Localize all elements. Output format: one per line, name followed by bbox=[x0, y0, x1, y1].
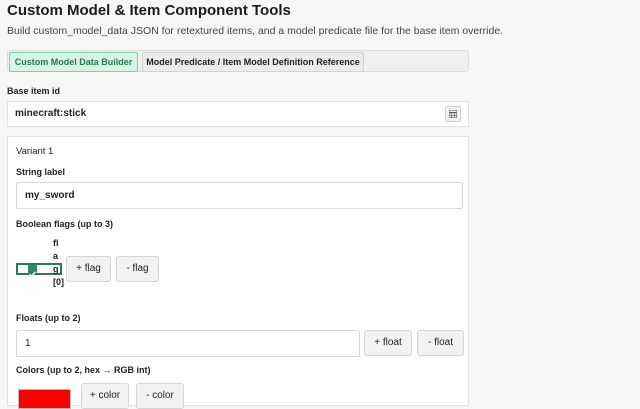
base-item-value: minecraft:stick bbox=[15, 108, 87, 119]
add-flag-button[interactable]: + flag bbox=[66, 256, 111, 282]
base-item-field[interactable]: minecraft:stick bbox=[7, 101, 469, 127]
page-subtitle: Build custom_model_data JSON for retextu… bbox=[7, 25, 504, 37]
colors-heading: Colors (up to 2, hex → RGB int) bbox=[16, 365, 151, 375]
calendar-icon[interactable] bbox=[445, 106, 461, 122]
checkmark-icon bbox=[28, 265, 37, 277]
floats-heading: Floats (up to 2) bbox=[16, 313, 81, 323]
variant-title: Variant 1 bbox=[16, 146, 54, 157]
string-label-input[interactable]: my_sword bbox=[16, 182, 463, 209]
boolean-flags-heading: Boolean flags (up to 3) bbox=[16, 219, 114, 229]
tab-custom-model-data-builder[interactable]: Custom Model Data Builder bbox=[9, 52, 138, 72]
float-0-input[interactable]: 1 bbox=[16, 330, 360, 357]
color-0-swatch[interactable] bbox=[18, 389, 71, 409]
tab-model-predicate-reference[interactable]: Model Predicate / Item Model Definition … bbox=[142, 52, 364, 72]
base-item-label: Base item id bbox=[7, 86, 61, 96]
add-float-button[interactable]: + float bbox=[364, 330, 412, 356]
tab-bar: Custom Model Data Builder Model Predicat… bbox=[7, 50, 469, 72]
page-title: Custom Model & Item Component Tools bbox=[7, 2, 291, 19]
remove-flag-button[interactable]: - flag bbox=[116, 256, 159, 282]
add-color-button[interactable]: + color bbox=[81, 383, 129, 409]
variant-card: Variant 1 String label my_sword Boolean … bbox=[7, 136, 469, 409]
flag-0-label: flag[0] bbox=[53, 238, 64, 287]
remove-float-button[interactable]: - float bbox=[417, 330, 464, 356]
string-label-heading: String label bbox=[16, 167, 66, 177]
remove-color-button[interactable]: - color bbox=[136, 383, 184, 409]
